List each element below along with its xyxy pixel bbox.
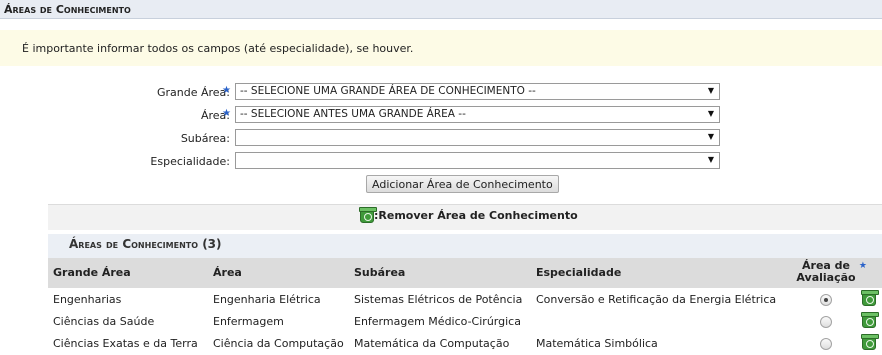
area-select-value: -- SELECIONE ANTES UMA GRANDE ÁREA -- <box>240 108 466 120</box>
cell-subarea: Sistemas Elétricos de Potência <box>354 293 523 306</box>
avaliacao-radio[interactable] <box>820 316 832 328</box>
subarea-select[interactable]: ▼ <box>235 129 720 146</box>
required-star-icon: ★ <box>222 108 231 119</box>
chevron-down-icon: ▼ <box>707 86 714 95</box>
cell-grande-area: Ciências da Saúde <box>53 315 155 328</box>
notice-message: É importante informar todos os campos (a… <box>0 30 882 66</box>
trash-icon <box>359 207 377 223</box>
area-select[interactable]: -- SELECIONE ANTES UMA GRANDE ÁREA -- ▼ <box>235 106 720 123</box>
chevron-down-icon: ▼ <box>707 109 714 118</box>
subarea-row: Subárea: ▼ <box>0 129 882 147</box>
avaliacao-radio[interactable] <box>820 294 832 306</box>
legend-remove-label: :Remover Área de Conhecimento <box>374 209 578 222</box>
table-row: Ciências Exatas e da Terra Ciência da Co… <box>48 333 882 355</box>
cell-especialidade: Conversão e Retificação da Energia Elétr… <box>536 293 777 306</box>
add-area-button[interactable]: Adicionar Área de Conhecimento <box>366 175 559 193</box>
grande-area-label: Grande Área: <box>156 86 230 99</box>
grande-area-select[interactable]: -- SELECIONE UMA GRANDE ÁREA DE CONHECIM… <box>235 83 720 100</box>
cell-subarea: Enfermagem Médico-Cirúrgica <box>354 315 521 328</box>
header-especialidade: Especialidade <box>536 266 622 279</box>
chevron-down-icon: ▼ <box>707 155 714 164</box>
area-row: Área: ★ -- SELECIONE ANTES UMA GRANDE ÁR… <box>0 106 882 124</box>
especialidade-select[interactable]: ▼ <box>235 152 720 169</box>
table-row: Engenharias Engenharia Elétrica Sistemas… <box>48 289 882 311</box>
cell-area: Enfermagem <box>213 315 284 328</box>
required-star-icon: ★ <box>858 261 867 271</box>
especialidade-label: Especialidade: <box>150 155 230 168</box>
legend: :Remover Área de Conhecimento <box>359 207 578 223</box>
header-avaliacao: Área de Avaliação ★ <box>795 260 867 284</box>
cell-subarea: Matemática da Computação <box>354 337 510 350</box>
header-avaliacao-line2: Avaliação <box>796 271 856 284</box>
cell-especialidade: Matemática Simbólica <box>536 337 658 350</box>
grande-area-row: Grande Área: ★ -- SELECIONE UMA GRANDE Á… <box>0 83 882 101</box>
trash-icon[interactable] <box>861 334 879 350</box>
table-title: Áreas de Conhecimento (3) <box>48 234 882 258</box>
table-header: Grande Área Área Subárea Especialidade Á… <box>48 258 882 288</box>
table-row: Ciências da Saúde Enfermagem Enfermagem … <box>48 311 882 333</box>
cell-grande-area: Ciências Exatas e da Terra <box>53 337 198 350</box>
legend-bar: :Remover Área de Conhecimento <box>48 204 882 230</box>
grande-area-select-value: -- SELECIONE UMA GRANDE ÁREA DE CONHECIM… <box>240 85 536 97</box>
subarea-label: Subárea: <box>180 132 230 145</box>
especialidade-row: Especialidade: ▼ <box>0 152 882 170</box>
cell-grande-area: Engenharias <box>53 293 122 306</box>
header-grande-area: Grande Área <box>53 266 131 279</box>
header-area: Área <box>213 266 242 279</box>
chevron-down-icon: ▼ <box>707 132 714 141</box>
section-title: Áreas de Conhecimento <box>0 0 882 19</box>
avaliacao-radio[interactable] <box>820 338 832 350</box>
cell-area: Engenharia Elétrica <box>213 293 321 306</box>
required-star-icon: ★ <box>222 85 231 96</box>
trash-icon[interactable] <box>861 290 879 306</box>
cell-area: Ciência da Computação <box>213 337 344 350</box>
trash-icon[interactable] <box>861 312 879 328</box>
header-subarea: Subárea <box>354 266 406 279</box>
